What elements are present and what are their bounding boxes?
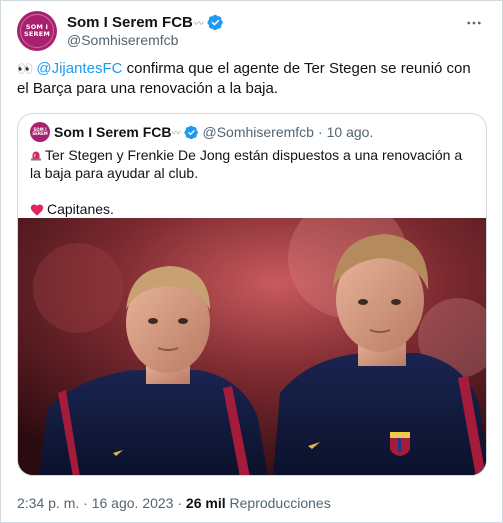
quoted-photo[interactable] [18,218,486,475]
eyes-emoji: 👀 [17,61,33,76]
tweet-header: SOM I SEREM Som I Serem FCB 〰 @Somhisere… [17,11,486,51]
quoted-line-1: Ter Stegen y Frenkie De Jong están dispu… [30,147,463,181]
quoted-display-name: Som I Serem FCB [54,124,172,140]
siren-icon [31,151,41,161]
mention-link[interactable]: @JijantesFC [36,60,122,77]
views-count: 26 mil [185,495,226,511]
views-label: Reproducciones [229,495,331,511]
footer-separator: · [177,495,183,511]
avatar[interactable]: SOM I SEREM [17,11,57,51]
quoted-handle: @Somhiseremfcb [202,124,314,140]
more-options-icon[interactable] [464,13,484,33]
verified-badge-icon[interactable] [207,14,224,31]
quoted-separator: · [317,124,323,140]
players-photo [18,218,486,475]
tweet-card[interactable]: SOM I SEREM Som I Serem FCB 〰 @Somhisere… [0,0,503,523]
author-display-name[interactable]: Som I Serem FCB [67,14,193,31]
quoted-text: Ter Stegen y Frenkie De Jong están dispu… [30,146,476,218]
quoted-tweet[interactable]: SOM I SEREM Som I Serem FCB 〰 @Somhiserem… [17,113,487,476]
author-handle[interactable]: @Somhiseremfcb [67,32,178,48]
heart-icon [30,204,44,216]
tweet-text: 👀 @JijantesFC confirma que el agente de … [17,59,485,99]
tweet-date[interactable]: 16 ago. 2023 [92,495,174,511]
name-decoration: 〰 [193,18,204,30]
tweet-time[interactable]: 2:34 p. m. [17,495,79,511]
quoted-name-decoration: 〰 [171,127,181,138]
tweet-footer: 2:34 p. m. · 16 ago. 2023 · 26 mil Repro… [17,495,331,511]
footer-separator: · [83,495,88,511]
quoted-avatar: SOM I SEREM [30,122,50,142]
author-name-row: Som I Serem FCB 〰 [67,13,224,31]
quoted-timestamp: 10 ago. [326,124,374,140]
quoted-header: SOM I SEREM Som I Serem FCB 〰 @Somhiserem… [30,122,373,142]
quoted-line-2: Capitanes. [30,200,476,218]
verified-badge-icon [183,125,198,139]
